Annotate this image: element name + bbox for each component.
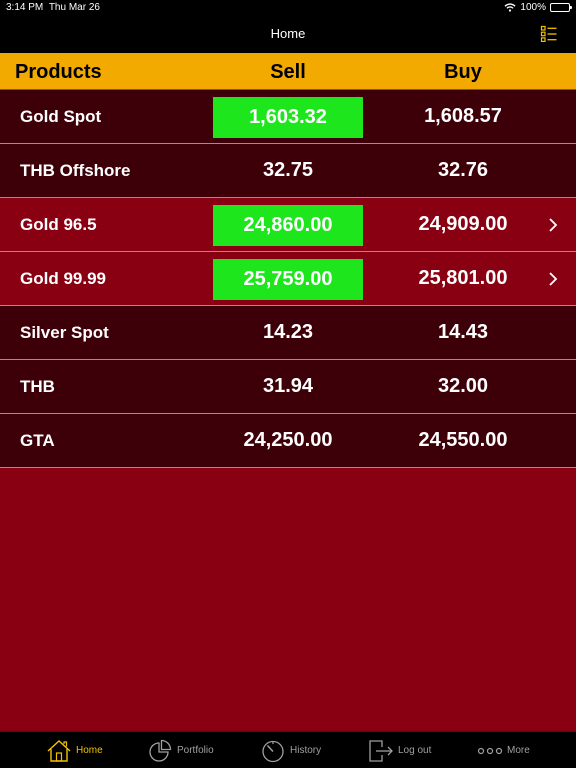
table-header: Products Sell Buy	[0, 53, 576, 90]
tab-label: Log out	[398, 745, 432, 756]
status-time: 3:14 PM	[6, 2, 44, 13]
sell-price: 1,603.32	[213, 97, 363, 138]
pie-chart-icon	[149, 739, 172, 762]
home-icon	[47, 739, 71, 762]
status-right: 100%	[504, 2, 572, 13]
sell-price: 24,250.00	[243, 429, 333, 451]
more-dots-icon	[477, 747, 503, 754]
battery-percent: 100%	[520, 2, 546, 13]
tab-label: History	[290, 745, 322, 756]
tab-home[interactable]: Home	[46, 732, 103, 768]
product-name: GTA	[20, 431, 55, 450]
sell-price: 24,860.00	[213, 205, 363, 246]
buy-price: 32.00	[437, 375, 489, 397]
product-name: Gold Spot	[20, 107, 102, 126]
status-bar: 3:14 PM Thu Mar 26 100%	[0, 0, 576, 16]
tab-portfolio[interactable]: Portfolio	[147, 732, 214, 768]
product-name: Gold 96.5	[20, 215, 97, 234]
tab-label: Home	[76, 745, 103, 756]
header-buy: Buy	[444, 61, 482, 83]
table-row: GTA 24,250.00 24,550.00	[0, 414, 576, 468]
chevron-right-icon[interactable]	[548, 217, 558, 233]
navigation-bar: Home	[0, 16, 576, 53]
sell-price: 32.75	[262, 159, 314, 181]
table-row[interactable]: Gold 99.99 25,759.00 25,801.00	[0, 252, 576, 306]
wifi-icon	[504, 3, 516, 12]
page-title: Home	[270, 26, 306, 41]
price-table: Gold Spot 1,603.32 1,608.57 THB Offshore…	[0, 90, 576, 468]
buy-price: 24,550.00	[418, 429, 508, 451]
buy-price: 24,909.00	[418, 213, 508, 235]
table-row: THB 31.94 32.00	[0, 360, 576, 414]
list-icon[interactable]	[540, 25, 558, 43]
sell-price: 25,759.00	[213, 259, 363, 300]
header-products: Products	[15, 61, 102, 83]
product-name: THB	[20, 377, 55, 396]
logout-icon	[369, 739, 393, 762]
table-row: Silver Spot 14.23 14.43	[0, 306, 576, 360]
product-name: Gold 99.99	[20, 269, 106, 288]
tab-logout[interactable]: Log out	[368, 732, 431, 768]
gauge-icon	[262, 740, 284, 762]
tab-more[interactable]: More	[477, 732, 530, 768]
status-time-date: 3:14 PM Thu Mar 26	[6, 2, 100, 13]
table-row[interactable]: Gold 96.5 24,860.00 24,909.00	[0, 198, 576, 252]
table-row: Gold Spot 1,603.32 1,608.57	[0, 90, 576, 144]
tab-history[interactable]: History	[260, 732, 321, 768]
battery-icon	[550, 3, 572, 12]
table-row: THB Offshore 32.75 32.76	[0, 144, 576, 198]
status-date: Thu Mar 26	[48, 2, 100, 13]
product-name: THB Offshore	[20, 161, 131, 180]
product-name: Silver Spot	[20, 323, 109, 342]
chevron-right-icon[interactable]	[548, 271, 558, 287]
buy-price: 32.76	[437, 159, 489, 181]
tab-bar: Home Portfolio History Log out More	[0, 731, 576, 768]
tab-label: Portfolio	[177, 745, 214, 756]
buy-price: 25,801.00	[418, 267, 508, 289]
tab-label: More	[507, 745, 530, 756]
header-sell: Sell	[270, 61, 306, 83]
sell-price: 31.94	[262, 375, 314, 397]
buy-price: 14.43	[437, 321, 489, 343]
buy-price: 1,608.57	[424, 105, 502, 127]
sell-price: 14.23	[262, 321, 314, 343]
